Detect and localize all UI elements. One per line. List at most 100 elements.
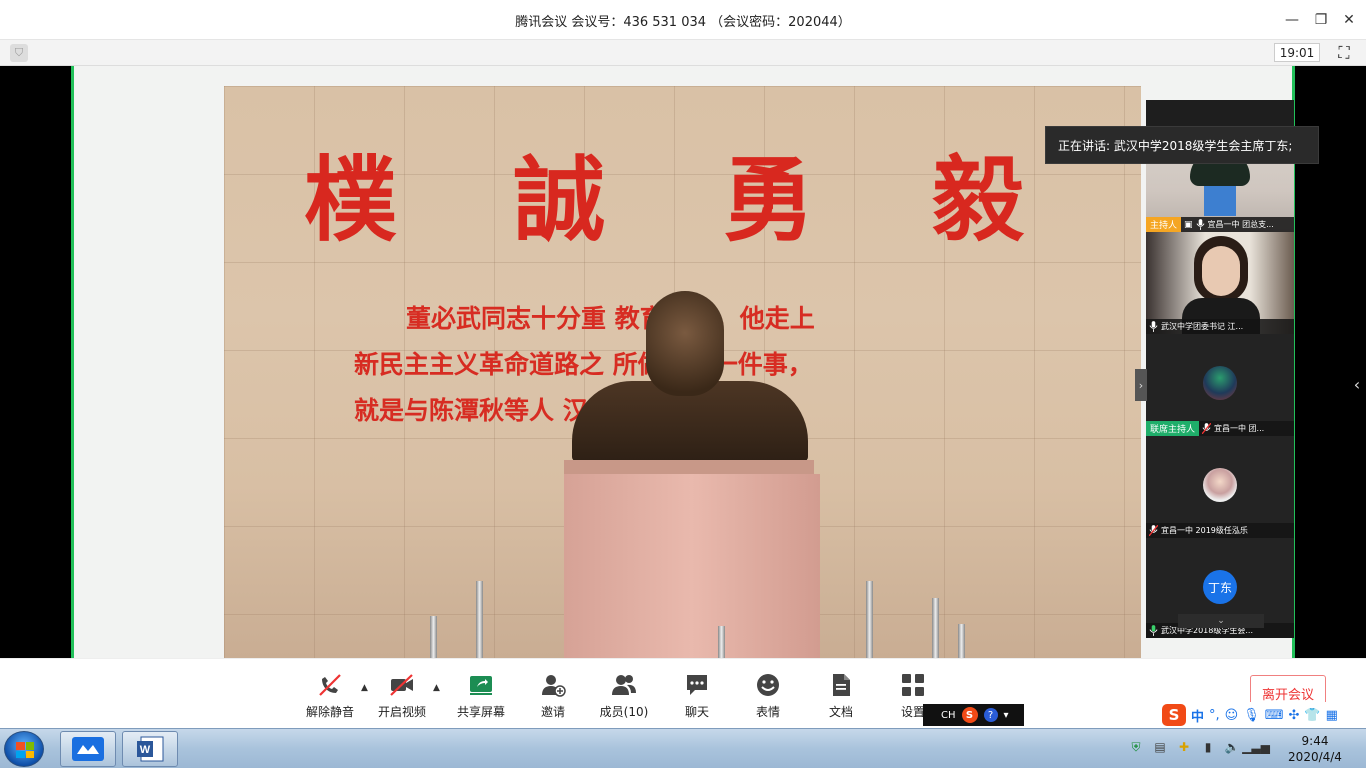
- reactions-label: 表情: [755, 705, 780, 719]
- audio-options-caret-icon[interactable]: ▲: [361, 683, 368, 693]
- rope-post: [476, 581, 483, 658]
- restore-button[interactable]: ❐: [1309, 8, 1333, 32]
- tencent-meeting-icon: [72, 737, 104, 761]
- ime-punctuation-toggle[interactable]: °,: [1209, 708, 1220, 723]
- document-icon: [833, 674, 850, 696]
- restore-icon: ❐: [1314, 12, 1328, 28]
- participant-namebar: 宜昌一中 2019级任泓乐: [1146, 523, 1294, 538]
- voice-input-icon[interactable]: 🎙: [1243, 708, 1260, 723]
- participant-tile[interactable]: 武汉中学团委书记 江...: [1146, 232, 1294, 334]
- pedestal: [564, 474, 820, 658]
- participant-video-panel[interactable]: 主持人 ▣ 宜昌一中 团总支... 武汉中学团委书记 江... 联席主持人 宜昌…: [1146, 100, 1294, 638]
- camera-off-icon: [390, 674, 413, 696]
- collapse-panel-button[interactable]: ›: [1135, 369, 1147, 401]
- fullscreen-button[interactable]: ⛶: [1334, 43, 1354, 63]
- chevron-down-icon: ⌄: [1217, 616, 1225, 626]
- toolbox-icon[interactable]: ✣: [1289, 708, 1300, 723]
- share-screen-button[interactable]: 共享屏幕: [451, 671, 511, 723]
- motto-char: 勇: [722, 146, 815, 254]
- menu-grid-icon[interactable]: ▦: [1326, 708, 1338, 723]
- settings-label: 设置: [900, 705, 925, 719]
- cohost-tag: 联席主持人: [1146, 421, 1200, 436]
- members-label: 成员(10): [599, 705, 649, 719]
- security-shield-tray-icon[interactable]: ⛨: [1128, 739, 1144, 755]
- chat-button[interactable]: 聊天: [667, 671, 727, 723]
- taskbar-word[interactable]: W: [122, 731, 178, 767]
- input-method-toolbar[interactable]: S 中 °, ☺ 🎙 ⌨ ✣ 👕 ▦: [1158, 702, 1366, 728]
- participant-avatar: [1203, 468, 1237, 502]
- skin-icon[interactable]: 👕: [1304, 708, 1320, 723]
- fullscreen-icon: ⛶: [1338, 43, 1350, 62]
- taskbar-tencent-meeting[interactable]: [60, 731, 116, 767]
- expand-panel-button[interactable]: ‹: [1350, 374, 1364, 394]
- start-video-button[interactable]: 开启视频: [372, 671, 432, 723]
- bust-head: [646, 291, 724, 396]
- rope-post: [932, 598, 939, 658]
- volume-icon[interactable]: 🔈: [1224, 739, 1240, 755]
- meeting-info-bar: ⛉ 19:01 ⛶: [0, 40, 1366, 66]
- participant-name: 武汉中学团委书记 江...: [1161, 322, 1244, 331]
- participant-name: 宜昌一中 团...: [1214, 424, 1265, 433]
- unmute-button[interactable]: 解除静音: [300, 671, 360, 723]
- start-button[interactable]: [4, 731, 44, 767]
- emoji-icon[interactable]: ☺: [1225, 708, 1239, 723]
- participant-tile[interactable]: 联席主持人 宜昌一中 团...: [1146, 334, 1294, 436]
- docs-label: 文档: [828, 705, 853, 719]
- security-shield-icon[interactable]: ⛉: [10, 44, 28, 62]
- members-icon: [612, 675, 636, 695]
- scroll-participants-down-button[interactable]: ⌄: [1178, 614, 1264, 628]
- participant-tile[interactable]: 宜昌一中 2019级任泓乐: [1146, 436, 1294, 538]
- rope-post: [958, 624, 965, 658]
- chat-label: 聊天: [684, 705, 709, 719]
- addon-tray-icon[interactable]: ✚: [1176, 739, 1192, 755]
- share-screen-label: 共享屏幕: [456, 705, 505, 719]
- word-icon: W: [137, 736, 164, 762]
- title-bar: 腾讯会议 会议号：436 531 034 （会议密码：202044） — ❐ ✕: [0, 0, 1366, 40]
- video-options-caret-icon[interactable]: ▲: [433, 683, 440, 693]
- apps-grid-icon: [902, 674, 924, 696]
- microphone-icon: [1149, 321, 1158, 332]
- chat-icon: [687, 675, 707, 695]
- windows-taskbar: W ⛨ ▤ ✚ ▮ 🔈 ▁▃▅ 9:44 2020/4/4: [0, 728, 1366, 768]
- chevron-right-icon: ›: [1138, 378, 1144, 392]
- signal-icon[interactable]: ▁▃▅: [1242, 739, 1270, 755]
- participant-namebar: 主持人 ▣ 宜昌一中 团总支...: [1146, 217, 1294, 232]
- participant-avatar: [1203, 366, 1237, 400]
- host-tag: 主持人: [1146, 217, 1182, 232]
- shared-screen-content: 樸 誠 勇 毅 董必武同志十分重 教育事业，他走上 新民主主义革命道路之 所做的…: [224, 86, 1141, 658]
- ime-mode-toggle[interactable]: 中: [1191, 706, 1204, 725]
- participant-face: [1202, 246, 1240, 296]
- help-icon[interactable]: ?: [983, 708, 998, 722]
- reactions-button[interactable]: 表情: [738, 671, 798, 723]
- share-screen-icon: [470, 676, 492, 695]
- start-video-label: 开启视频: [377, 705, 426, 719]
- motto-char: 樸: [304, 146, 397, 254]
- docs-button[interactable]: 文档: [811, 671, 871, 723]
- device-tray-icon[interactable]: ▮: [1200, 739, 1216, 755]
- windows-logo-icon: [16, 742, 34, 758]
- language-indicator[interactable]: CH: [941, 710, 956, 721]
- taskbar-clock[interactable]: 9:44 2020/4/4: [1280, 733, 1350, 765]
- language-bar-options-icon[interactable]: ▾: [1004, 710, 1009, 721]
- language-bar[interactable]: CH S ? ▾: [923, 704, 1024, 726]
- microphone-muted-icon: [319, 674, 341, 696]
- invite-button[interactable]: 邀请: [523, 671, 583, 723]
- close-button[interactable]: ✕: [1337, 8, 1361, 32]
- smiley-icon: [757, 674, 779, 696]
- close-icon: ✕: [1343, 12, 1355, 28]
- minimize-button[interactable]: —: [1280, 8, 1304, 32]
- window-title: 腾讯会议 会议号：436 531 034 （会议密码：202044）: [515, 15, 851, 30]
- sogou-logo-icon: S: [1162, 704, 1186, 726]
- microphone-active-icon: [1149, 625, 1158, 636]
- rope-post: [718, 626, 725, 658]
- chevron-left-icon: ‹: [1353, 374, 1361, 394]
- network-tray-icon[interactable]: ▤: [1152, 739, 1168, 755]
- unmute-label: 解除静音: [305, 705, 354, 719]
- invite-label: 邀请: [540, 705, 565, 719]
- motto-char: 誠: [513, 146, 606, 254]
- keyboard-icon[interactable]: ⌨: [1265, 708, 1284, 723]
- participant-namebar: 武汉中学团委书记 江...: [1146, 319, 1294, 334]
- add-user-icon: [542, 675, 566, 697]
- members-button[interactable]: 成员(10): [594, 671, 654, 723]
- active-speaker-tooltip: 正在讲话: 武汉中学2018级学生会主席丁东;: [1045, 126, 1319, 164]
